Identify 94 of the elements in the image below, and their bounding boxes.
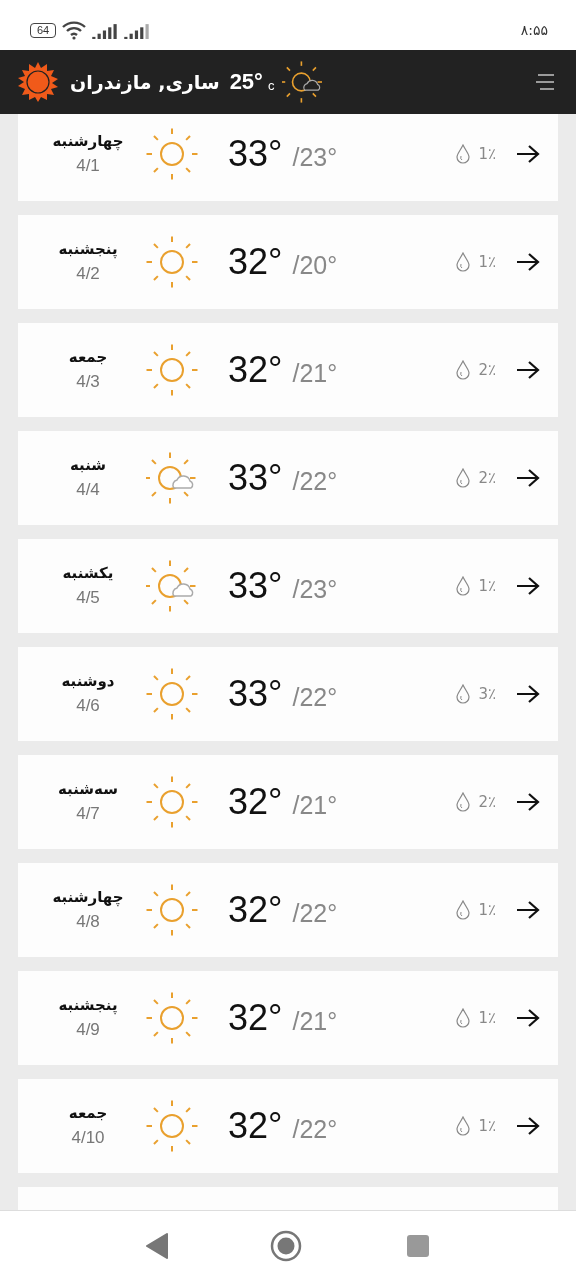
wifi-icon: [62, 20, 87, 40]
arrow-right-icon[interactable]: [516, 684, 540, 704]
low-temperature: /23°: [292, 574, 338, 604]
weather-sun-cloud-icon: [146, 560, 198, 612]
date-label: 4/8: [76, 912, 100, 932]
sun-logo-icon: [18, 62, 58, 102]
date-label: 4/6: [76, 696, 100, 716]
raindrop-icon: [456, 1008, 471, 1028]
low-temperature: /22°: [292, 1114, 338, 1144]
day-name: یکشنبه: [62, 564, 114, 582]
date-label: 4/7: [76, 804, 100, 824]
clock-time: ۸:۵۵: [520, 22, 548, 38]
low-temperature: /21°: [292, 1006, 338, 1036]
high-temperature: 33°: [228, 673, 283, 715]
low-temperature: /23°: [292, 142, 338, 172]
day-name: چهارشنبه: [52, 132, 124, 150]
low-temperature: /22°: [292, 682, 338, 712]
raindrop-icon: [456, 684, 471, 704]
current-temperature: 25°: [229, 69, 263, 95]
arrow-right-icon[interactable]: [516, 1116, 540, 1136]
day-name: دوشنبه: [61, 672, 115, 690]
date-label: 4/2: [76, 264, 100, 284]
high-temperature: 33°: [228, 565, 283, 607]
precipitation-chance: 1٪: [478, 253, 496, 271]
date-label: 4/4: [76, 480, 100, 500]
menu-icon[interactable]: [536, 73, 556, 91]
day-name: جمعه: [68, 348, 108, 366]
date-label: 4/1: [76, 156, 100, 176]
current-weather-sun-cloud-icon: [282, 61, 325, 103]
day-name: شنبه: [69, 456, 107, 474]
raindrop-icon: [456, 468, 471, 488]
weather-sun-icon: [146, 884, 198, 936]
low-temperature: /21°: [292, 358, 338, 388]
precipitation-chance: 1٪: [478, 145, 496, 163]
weather-sun-icon: [146, 668, 198, 720]
weather-sun-icon: [146, 776, 198, 828]
raindrop-icon: [456, 792, 471, 812]
arrow-right-icon[interactable]: [516, 144, 540, 164]
raindrop-icon: [456, 1116, 471, 1136]
low-temperature: /22°: [292, 898, 338, 928]
weather-sun-cloud-icon: [146, 452, 198, 504]
weather-sun-icon: [146, 128, 198, 180]
high-temperature: 33°: [228, 457, 283, 499]
home-icon[interactable]: [270, 1229, 302, 1262]
high-temperature: 32°: [228, 781, 283, 823]
back-icon[interactable]: [146, 1232, 168, 1259]
high-temperature: 32°: [228, 997, 283, 1039]
precipitation-chance: 1٪: [478, 901, 496, 919]
raindrop-icon: [456, 252, 471, 272]
raindrop-icon: [456, 900, 471, 920]
high-temperature: 32°: [228, 889, 283, 931]
high-temperature: 33°: [228, 133, 283, 175]
precipitation-chance: 1٪: [478, 1009, 496, 1027]
raindrop-icon: [456, 360, 471, 380]
day-name: سه‌شنبه: [58, 780, 118, 798]
temperature-unit: c: [267, 77, 275, 93]
arrow-right-icon[interactable]: [516, 1008, 540, 1028]
signal-icon: [124, 21, 151, 39]
date-label: 4/5: [76, 588, 100, 608]
arrow-right-icon[interactable]: [516, 576, 540, 596]
recents-icon[interactable]: [407, 1234, 429, 1257]
signal-icon: [92, 21, 119, 39]
precipitation-chance: 1٪: [478, 1117, 496, 1135]
low-temperature: /20°: [292, 250, 338, 280]
high-temperature: 32°: [228, 241, 283, 283]
date-label: 4/10: [71, 1128, 105, 1148]
date-label: 4/3: [76, 372, 100, 392]
location-name: ساری, مازندران: [70, 71, 220, 93]
low-temperature: /21°: [292, 790, 338, 820]
date-label: 4/9: [76, 1020, 100, 1040]
precipitation-chance: 2٪: [478, 469, 496, 487]
weather-sun-icon: [146, 1100, 198, 1152]
day-name: جمعه: [68, 1104, 108, 1122]
high-temperature: 32°: [228, 349, 283, 391]
precipitation-chance: 1٪: [478, 577, 496, 595]
arrow-right-icon[interactable]: [516, 468, 540, 488]
weather-sun-icon: [146, 344, 198, 396]
arrow-right-icon[interactable]: [516, 252, 540, 272]
raindrop-icon: [456, 576, 471, 596]
weather-sun-icon: [146, 236, 198, 288]
precipitation-chance: 2٪: [478, 793, 496, 811]
arrow-right-icon[interactable]: [516, 360, 540, 380]
low-temperature: /22°: [292, 466, 338, 496]
arrow-right-icon[interactable]: [516, 792, 540, 812]
precipitation-chance: 2٪: [478, 361, 496, 379]
day-name: پنجشنبه: [58, 996, 118, 1014]
battery-indicator: 64: [30, 22, 57, 38]
day-name: پنجشنبه: [58, 240, 118, 258]
high-temperature: 32°: [228, 1105, 283, 1147]
precipitation-chance: 3٪: [478, 685, 496, 703]
day-name: چهارشنبه: [52, 888, 124, 906]
arrow-right-icon[interactable]: [516, 900, 540, 920]
raindrop-icon: [456, 144, 471, 164]
weather-sun-icon: [146, 992, 198, 1044]
